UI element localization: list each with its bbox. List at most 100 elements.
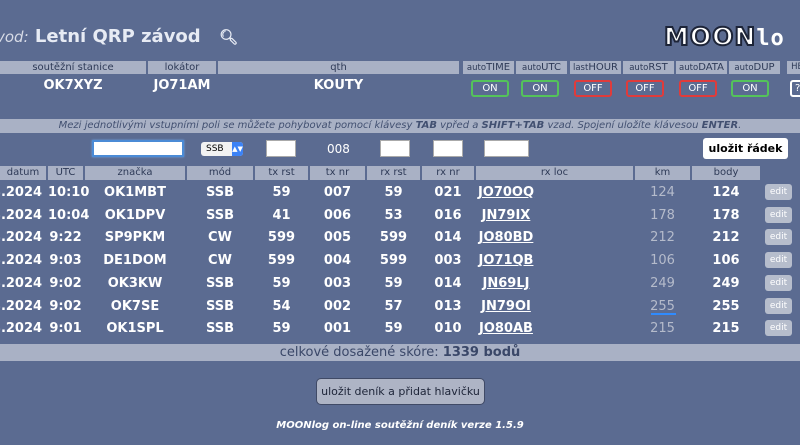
cell-rx-rst: 59 xyxy=(384,275,403,291)
cell-rx-loc[interactable]: JO80AB xyxy=(476,321,536,336)
cell-call: OK3KW xyxy=(107,275,163,291)
mode-select[interactable]: SSB ▲▼ xyxy=(201,142,243,156)
cell-rx-loc[interactable]: JN79OI xyxy=(476,299,536,314)
cell-mode: SSB xyxy=(205,207,235,223)
cell-date: 8.2024 xyxy=(0,275,43,291)
cell-points: 106 xyxy=(712,253,740,269)
cell-rx-nr: 003 xyxy=(434,253,462,269)
save-row-button[interactable]: uložit řádek xyxy=(703,138,788,159)
cell-date: 8.2024 xyxy=(0,321,43,337)
cell-tx-nr: 007 xyxy=(323,185,352,200)
cell-utc: 9:02 xyxy=(49,275,82,291)
cell-call: SP9PKM xyxy=(104,230,166,246)
cell-rx-rst: 59 xyxy=(384,185,403,200)
toggle-label-dup: autoDUP xyxy=(729,61,780,74)
col-rx-loc: rx loc xyxy=(476,166,633,180)
help-button[interactable]: ? xyxy=(790,80,800,97)
col-utc: UTC xyxy=(48,166,83,180)
cell-tx-nr: 001 xyxy=(323,321,352,337)
toggle-hour[interactable]: OFF xyxy=(574,80,612,97)
select-arrows-icon: ▲▼ xyxy=(232,142,243,156)
toggle-label-rst: autoRST xyxy=(623,61,674,74)
toggle-dup[interactable]: ON xyxy=(731,80,769,97)
cell-km: 249 xyxy=(650,275,675,291)
cell-rx-loc[interactable]: JN69LJ xyxy=(476,276,536,291)
cell-mode: CW xyxy=(208,230,232,246)
cell-km: 178 xyxy=(650,207,675,223)
cell-date: 8.2024 xyxy=(0,207,43,223)
cell-call: DE1DOM xyxy=(103,253,167,269)
cell-km: 124 xyxy=(650,185,675,200)
cell-tx-rst: 599 xyxy=(267,230,296,246)
cell-mode: CW xyxy=(208,253,232,269)
col-tx-rst: tx rst xyxy=(255,166,308,180)
toggle-utc[interactable]: ON xyxy=(521,80,559,97)
cell-utc: 10:10 xyxy=(48,185,90,200)
cell-utc: 9:22 xyxy=(49,230,82,246)
toggle-rst[interactable]: OFF xyxy=(626,80,664,97)
log-row: 8.2024 9:02 OK7SE SSB 54 002 57 013 JN79OI 255 255… xyxy=(0,296,800,318)
cell-rx-loc[interactable]: JO80BD xyxy=(476,230,536,245)
cell-points: 215 xyxy=(712,321,740,337)
cell-call: OK7SE xyxy=(110,298,160,314)
edit-button[interactable]: edit xyxy=(765,320,792,337)
rx-loc-input[interactable] xyxy=(484,140,529,157)
rx-rst-input[interactable] xyxy=(380,140,410,157)
cell-rx-loc[interactable]: JO70OQ xyxy=(476,185,536,200)
cell-tx-nr: 005 xyxy=(323,230,352,246)
cell-date: 8.2024 xyxy=(0,298,43,314)
station-label: soutěžní stanice xyxy=(0,61,146,74)
toggle-time[interactable]: ON xyxy=(471,80,509,97)
title-prefix: vod: xyxy=(0,28,29,46)
cell-rx-nr: 021 xyxy=(434,185,462,200)
log-row: 8.2024 10:10 OK1MBT SSB 59 007 59 021 JO70OQ 124 1… xyxy=(0,182,800,204)
cell-rx-rst: 599 xyxy=(379,230,408,246)
col-mode: mód xyxy=(187,166,253,180)
cell-rx-rst: 59 xyxy=(384,321,403,337)
cell-rx-loc[interactable]: JN79IX xyxy=(476,208,536,223)
cell-utc: 9:03 xyxy=(49,253,82,269)
log-row: 8.2024 10:04 OK1DPV SSB 41 006 53 016 JN79IX 178 1… xyxy=(0,205,800,227)
cell-tx-rst: 59 xyxy=(272,185,291,200)
edit-button[interactable]: edit xyxy=(765,297,792,314)
keyboard-hint: Mezi jednotlivými vstupními poli se může… xyxy=(0,119,800,133)
cell-rx-loc[interactable]: JO71QB xyxy=(476,253,536,268)
locator-value: JO71AM xyxy=(153,78,211,93)
edit-button[interactable]: edit xyxy=(765,206,792,223)
cell-rx-nr: 013 xyxy=(434,298,462,314)
toggle-data[interactable]: OFF xyxy=(679,80,717,97)
cell-points: 124 xyxy=(712,185,740,200)
cell-tx-rst: 54 xyxy=(272,298,291,314)
cell-date: 8.2024 xyxy=(0,230,43,246)
cell-rx-nr: 014 xyxy=(434,275,462,291)
zoom-icon[interactable]: 🔍︎ xyxy=(219,28,238,46)
contest-title: vod: Letní QRP závod 🔍︎ xyxy=(0,26,238,47)
log-row: 8.2024 9:01 OK1SPL SSB 59 001 59 010 JO80AB 215 21… xyxy=(0,318,800,340)
save-log-button[interactable]: uložit deník a přidat hlavičku xyxy=(316,378,485,405)
col-rx-rst: rx rst xyxy=(367,166,420,180)
edit-button[interactable]: edit xyxy=(765,184,792,200)
cell-utc: 9:02 xyxy=(49,298,82,314)
toggle-label-hour: lastHOUR xyxy=(570,61,621,74)
cell-km: 255 xyxy=(650,298,675,314)
cell-tx-rst: 59 xyxy=(272,275,291,291)
logo-moon-text: MOON xyxy=(663,21,757,52)
cell-points: 178 xyxy=(712,207,740,223)
qth-value: KOUTY xyxy=(313,78,364,93)
contest-name: Letní QRP závod xyxy=(34,26,201,47)
cell-tx-nr: 006 xyxy=(323,207,352,223)
edit-button[interactable]: edit xyxy=(765,274,792,291)
edit-button[interactable]: edit xyxy=(765,252,792,269)
edit-button[interactable]: edit xyxy=(765,229,792,246)
cell-mode: SSB xyxy=(205,275,235,291)
cell-date: 8.2024 xyxy=(0,253,43,269)
cell-mode: SSB xyxy=(205,185,235,200)
callsign-input[interactable] xyxy=(92,140,184,157)
col-km: km xyxy=(635,166,690,180)
rx-nr-input[interactable] xyxy=(433,140,463,157)
logo-log-text: lo xyxy=(756,26,785,51)
cell-call: OK1DPV xyxy=(104,207,166,223)
tx-rst-input[interactable] xyxy=(266,140,296,157)
col-tx-nr: tx nr xyxy=(310,166,365,180)
cell-tx-rst: 59 xyxy=(272,321,291,337)
